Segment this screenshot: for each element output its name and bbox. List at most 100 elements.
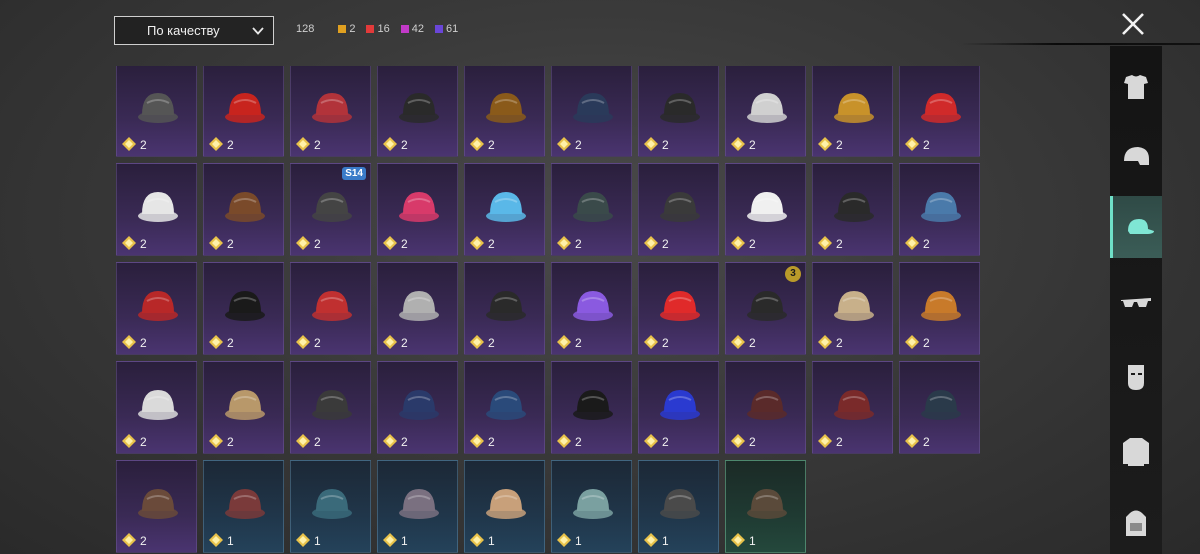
sort-dropdown[interactable]: По качеству — [114, 16, 274, 45]
item-tile[interactable]: 2 — [290, 361, 371, 454]
item-quantity: 2 — [401, 138, 408, 152]
sidebar-item-glasses[interactable] — [1110, 272, 1162, 334]
rank-diamond-icon — [557, 137, 571, 151]
dark-bucket-hat-icon — [921, 390, 961, 420]
close-icon[interactable] — [1119, 10, 1147, 38]
item-tile[interactable]: 2 — [116, 460, 197, 553]
item-tile[interactable]: 2 — [377, 361, 458, 454]
item-tile[interactable]: 2 — [464, 262, 545, 355]
item-tile[interactable]: 2 — [116, 361, 197, 454]
item-quantity: 1 — [575, 534, 582, 548]
item-tile[interactable]: 2 — [638, 361, 719, 454]
item-quantity: 2 — [488, 336, 495, 350]
item-tile[interactable]: 2 — [899, 163, 980, 256]
item-tile[interactable]: 2 — [203, 361, 284, 454]
item-tile[interactable]: 2 — [377, 163, 458, 256]
item-quantity: 2 — [662, 435, 669, 449]
item-tile[interactable]: 2 — [812, 163, 893, 256]
item-tile[interactable]: 2 — [377, 66, 458, 157]
item-tile[interactable]: 2 — [203, 163, 284, 256]
item-tile[interactable]: 2 — [725, 163, 806, 256]
item-tile[interactable]: 2 — [725, 361, 806, 454]
item-tile[interactable]: 2 — [203, 262, 284, 355]
item-tile[interactable]: 1 — [725, 460, 806, 553]
item-tile[interactable]: 1 — [290, 460, 371, 553]
item-quantity: 2 — [923, 435, 930, 449]
rank-diamond-icon — [818, 137, 832, 151]
rank-diamond-icon — [557, 533, 571, 547]
item-tile[interactable]: 1 — [551, 460, 632, 553]
sidebar-item-backpack[interactable] — [1110, 492, 1162, 554]
item-tile[interactable]: 2 — [638, 66, 719, 157]
item-quantity: 1 — [227, 534, 234, 548]
total-count: 128 — [296, 23, 315, 35]
item-tile[interactable]: 2 — [290, 66, 371, 157]
item-tile[interactable]: 2 — [551, 262, 632, 355]
item-tile[interactable]: 2 — [551, 361, 632, 454]
item-tile[interactable]: 2 — [116, 66, 197, 157]
pilot-cap-icon — [399, 390, 439, 420]
black-top-hat-icon — [225, 291, 265, 321]
item-tile[interactable]: 1 — [638, 460, 719, 553]
quality-count-red: 16 — [366, 23, 390, 35]
gas-mask-icon — [660, 93, 700, 123]
sidebar-item-helmet[interactable] — [1110, 126, 1162, 188]
rank-diamond-icon — [731, 434, 745, 448]
red-fedora-icon — [312, 291, 352, 321]
item-tile[interactable]: 2 — [116, 262, 197, 355]
item-tile[interactable]: 2 — [203, 66, 284, 157]
pink-cap-icon — [399, 192, 439, 222]
sidebar-item-jacket[interactable] — [1110, 420, 1162, 482]
item-quantity: 2 — [140, 534, 147, 548]
item-tile[interactable]: 2 — [377, 262, 458, 355]
item-quantity: 2 — [227, 435, 234, 449]
item-tile[interactable]: 2 — [812, 361, 893, 454]
item-tile[interactable]: 2 — [464, 163, 545, 256]
item-tile[interactable]: 2 — [638, 163, 719, 256]
item-tile[interactable]: 1 — [464, 460, 545, 553]
item-quantity: 2 — [314, 435, 321, 449]
item-tile[interactable]: 2 — [116, 163, 197, 256]
sidebar-item-cap[interactable] — [1110, 196, 1162, 258]
brown-fedora-icon — [747, 390, 787, 420]
item-tile[interactable]: 2 S14 — [290, 163, 371, 256]
magenta-square-icon — [400, 25, 409, 33]
item-quantity: 2 — [401, 237, 408, 251]
rank-diamond-icon — [296, 434, 310, 448]
item-tile[interactable]: 2 — [725, 66, 806, 157]
beanie-mustard-icon — [834, 93, 874, 123]
item-quantity: 2 — [575, 138, 582, 152]
item-tile[interactable]: 2 — [290, 262, 371, 355]
rank-diamond-icon — [644, 137, 658, 151]
item-tile[interactable]: 2 — [551, 66, 632, 157]
rank-diamond-icon — [644, 335, 658, 349]
item-tile[interactable]: 2 — [812, 262, 893, 355]
rank-diamond-icon — [296, 335, 310, 349]
rank-diamond-icon — [122, 335, 136, 349]
trucker-cap-blue-icon — [573, 489, 613, 519]
outfit-icon — [1124, 75, 1148, 99]
item-tile[interactable]: 2 — [551, 163, 632, 256]
item-grid[interactable]: 2 2 2 2 2 2 2 2 2 2 2 2 2 S14 2 2 2 2 2 2 2 2 2 2 2 2 2 2 2 3 2 2 2 2 2 2 2 2… — [116, 66, 988, 554]
sidebar-item-mask[interactable] — [1110, 346, 1162, 408]
item-tile[interactable]: 2 — [812, 66, 893, 157]
item-tile[interactable]: 1 — [377, 460, 458, 553]
rank-diamond-icon — [644, 236, 658, 250]
item-tile[interactable]: 1 — [203, 460, 284, 553]
item-tile[interactable]: 2 — [899, 66, 980, 157]
item-tile[interactable]: 2 — [638, 262, 719, 355]
mask-icon — [1128, 365, 1144, 390]
item-quantity: 2 — [140, 138, 147, 152]
item-tile[interactable]: 2 — [464, 66, 545, 157]
quality-count-purple: 61 — [434, 23, 458, 35]
item-tile[interactable]: 2 — [464, 361, 545, 454]
tribal-mask-icon — [486, 93, 526, 123]
item-tile[interactable]: 2 — [899, 361, 980, 454]
grey-beret-icon — [399, 489, 439, 519]
item-tile[interactable]: 23 — [725, 262, 806, 355]
sidebar-item-outfit[interactable] — [1110, 56, 1162, 118]
item-quantity: 2 — [836, 138, 843, 152]
rank-diamond-icon — [383, 533, 397, 547]
item-tile[interactable]: 2 — [899, 262, 980, 355]
item-quantity: 2 — [749, 138, 756, 152]
